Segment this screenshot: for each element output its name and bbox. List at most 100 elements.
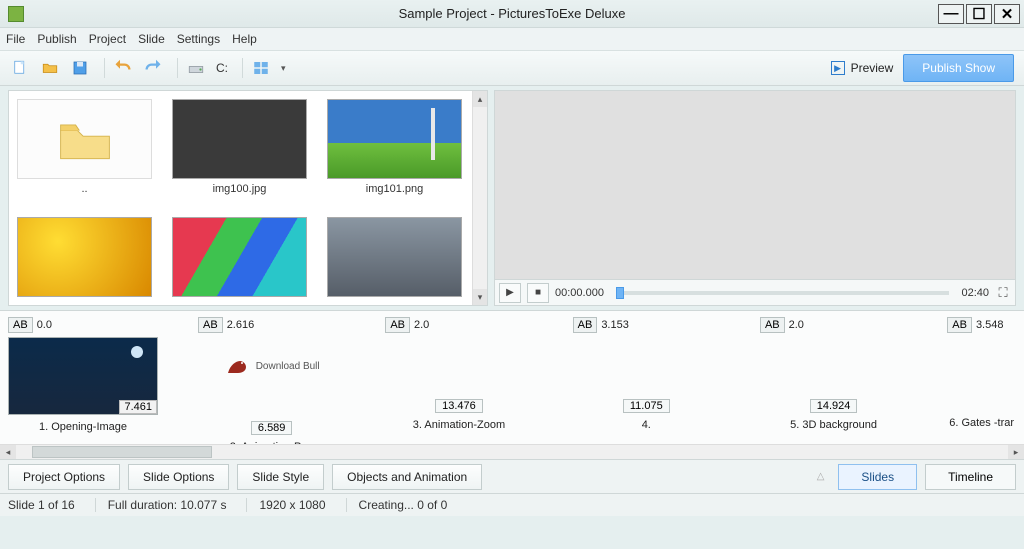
ab-button[interactable]: AB xyxy=(760,317,785,333)
ab-button[interactable]: AB xyxy=(573,317,598,333)
ab-value: 3.548 xyxy=(976,319,1004,331)
status-bar: Slide 1 of 16 Full duration: 10.077 s 19… xyxy=(0,494,1024,516)
menu-help[interactable]: Help xyxy=(232,32,257,46)
slides-scrollbar[interactable]: ◂ ▸ xyxy=(0,444,1024,459)
scroll-thumb[interactable] xyxy=(32,446,212,458)
slide-name: 6. Gates -trar xyxy=(947,417,1016,429)
scroll-down-icon[interactable]: ▾ xyxy=(473,289,487,305)
seek-track[interactable] xyxy=(616,291,950,295)
slide-options-label: Slide Options xyxy=(143,470,214,484)
project-options-label: Project Options xyxy=(23,470,105,484)
folder-up-icon xyxy=(17,99,152,179)
open-folder-icon[interactable] xyxy=(40,58,60,78)
view-mode-icon[interactable] xyxy=(251,58,271,78)
preview-button[interactable]: ▶ Preview xyxy=(821,57,904,79)
menu-bar: File Publish Project Slide Settings Help xyxy=(0,28,1024,50)
browser-item[interactable] xyxy=(17,217,152,306)
tab-slides[interactable]: Slides xyxy=(838,464,917,490)
preview-label: Preview xyxy=(851,61,894,75)
collapse-icon[interactable]: △ xyxy=(817,471,825,482)
menu-slide[interactable]: Slide xyxy=(138,32,165,46)
status-duration: Full duration: 10.077 s xyxy=(108,498,248,512)
fullscreen-icon[interactable]: ⛶ xyxy=(995,285,1011,301)
play-button[interactable]: ▶ xyxy=(499,283,521,303)
slide-duration: 7.461 xyxy=(119,400,157,414)
watermark-text: Download Bull xyxy=(256,361,320,372)
slide-item[interactable]: AB3.153 11.075 4. xyxy=(573,317,720,453)
bottom-bar: Project Options Slide Options Slide Styl… xyxy=(0,460,1024,494)
total-time: 02:40 xyxy=(961,287,989,299)
window-title: Sample Project - PicturesToExe Deluxe xyxy=(399,6,626,21)
slide-item[interactable]: AB 3.548 6. Gates -trar xyxy=(947,317,1016,453)
browser-item[interactable] xyxy=(327,217,462,306)
undo-icon[interactable] xyxy=(113,58,133,78)
watermark-icon xyxy=(224,355,250,377)
slide-item[interactable]: AB2.616 Download Bull 6.589 2. Animation… xyxy=(198,317,345,453)
slide-name: 1. Opening-Image xyxy=(8,421,158,433)
tab-timeline-label: Timeline xyxy=(948,470,993,484)
ab-button[interactable]: AB xyxy=(947,317,972,333)
ab-button[interactable]: AB xyxy=(8,317,33,333)
browser-item-label: .. xyxy=(81,183,87,197)
slide-duration: 14.924 xyxy=(810,399,858,413)
menu-publish[interactable]: Publish xyxy=(37,32,76,46)
slide-options-button[interactable]: Slide Options xyxy=(128,464,229,490)
thumbnail-image xyxy=(172,99,307,179)
ab-button[interactable]: AB xyxy=(385,317,410,333)
slide-name: 4. xyxy=(573,419,720,431)
scroll-up-icon[interactable]: ▴ xyxy=(473,91,487,107)
slide-style-label: Slide Style xyxy=(252,470,309,484)
ab-value: 2.616 xyxy=(227,319,255,331)
seek-handle[interactable] xyxy=(616,287,624,299)
slide-item[interactable]: AB2.0 13.476 3. Animation-Zoom xyxy=(385,317,532,453)
browser-item[interactable]: img101.png xyxy=(327,99,462,197)
tab-timeline[interactable]: Timeline xyxy=(925,464,1016,490)
minimize-button[interactable]: — xyxy=(938,4,964,24)
menu-settings[interactable]: Settings xyxy=(177,32,220,46)
toolbar: C: ▾ ▶ Preview Publish Show xyxy=(0,50,1024,86)
browser-item[interactable] xyxy=(172,217,307,306)
slide-name: 3. Animation-Zoom xyxy=(385,419,532,431)
slide-style-button[interactable]: Slide Style xyxy=(237,464,324,490)
slide-item[interactable]: AB2.0 14.924 5. 3D background xyxy=(760,317,907,453)
scroll-left-icon[interactable]: ◂ xyxy=(0,445,16,459)
menu-project[interactable]: Project xyxy=(89,32,126,46)
project-options-button[interactable]: Project Options xyxy=(8,464,120,490)
slide-thumbnail: 7.461 xyxy=(8,337,158,415)
thumbnail-image xyxy=(327,217,462,297)
status-resolution: 1920 x 1080 xyxy=(259,498,346,512)
status-creating: Creating... 0 of 0 xyxy=(359,498,448,512)
publish-show-button[interactable]: Publish Show xyxy=(903,54,1014,82)
maximize-button[interactable]: ☐ xyxy=(966,4,992,24)
objects-animation-label: Objects and Animation xyxy=(347,470,467,484)
thumbnail-image xyxy=(17,217,152,297)
scroll-right-icon[interactable]: ▸ xyxy=(1008,445,1024,459)
title-bar: Sample Project - PicturesToExe Deluxe — … xyxy=(0,0,1024,28)
close-button[interactable]: ✕ xyxy=(994,4,1020,24)
browser-scrollbar[interactable]: ▴ ▾ xyxy=(472,91,487,305)
thumbnail-image xyxy=(172,217,307,297)
ab-value: 2.0 xyxy=(789,319,804,331)
ab-button[interactable]: AB xyxy=(198,317,223,333)
dropdown-icon[interactable]: ▾ xyxy=(281,63,286,74)
save-icon[interactable] xyxy=(70,58,90,78)
drive-icon[interactable] xyxy=(186,58,206,78)
slide-strip: AB 0.0 7.461 1. Opening-Image AB 2.616 Dow… xyxy=(0,310,1024,460)
ab-value: 0.0 xyxy=(37,319,52,331)
objects-animation-button[interactable]: Objects and Animation xyxy=(332,464,482,490)
browser-item[interactable]: img100.jpg xyxy=(172,99,307,197)
redo-icon[interactable] xyxy=(143,58,163,78)
slide-duration: 11.075 xyxy=(623,399,670,413)
menu-file[interactable]: File xyxy=(6,32,25,46)
new-file-icon[interactable] xyxy=(10,58,30,78)
stop-button[interactable]: ■ xyxy=(527,283,549,303)
slide-duration: 6.589 xyxy=(251,421,293,435)
tab-slides-label: Slides xyxy=(861,470,894,484)
slide-duration: 13.476 xyxy=(435,399,483,413)
browser-item-parent[interactable]: .. xyxy=(17,99,152,197)
browser-item-label: img101.png xyxy=(366,183,424,197)
slide-item[interactable]: AB 0.0 7.461 1. Opening-Image xyxy=(8,317,158,453)
preview-pane: ▶ ■ 00:00.000 02:40 ⛶ xyxy=(494,90,1016,306)
app-icon xyxy=(8,6,24,22)
status-slide: Slide 1 of 16 xyxy=(8,498,96,512)
